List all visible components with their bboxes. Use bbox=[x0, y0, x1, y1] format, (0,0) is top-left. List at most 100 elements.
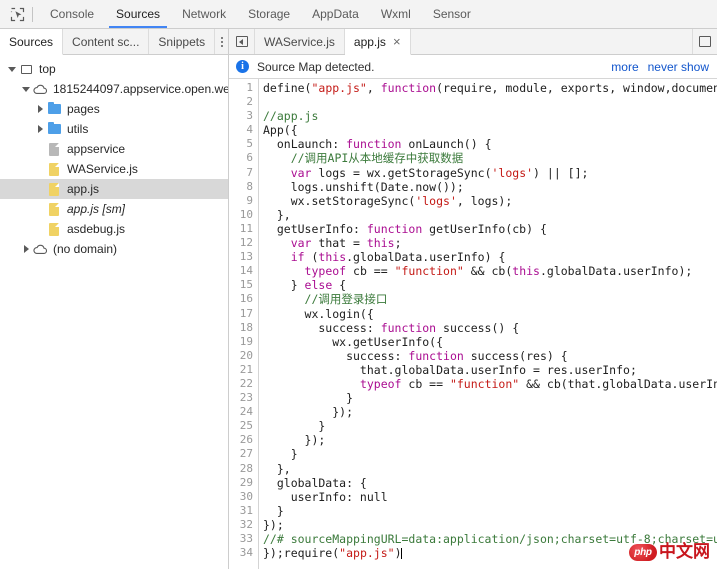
line-number[interactable]: 2 bbox=[229, 95, 258, 109]
code-line[interactable]: //# sourceMappingURL=data:application/js… bbox=[263, 532, 717, 546]
line-number[interactable]: 27 bbox=[229, 447, 258, 461]
tree-item-utils[interactable]: utils bbox=[0, 119, 228, 139]
tab-storage[interactable]: Storage bbox=[237, 0, 301, 28]
code-line[interactable]: //app.js bbox=[263, 109, 717, 123]
line-number[interactable]: 29 bbox=[229, 476, 258, 490]
code-line[interactable]: }, bbox=[263, 208, 717, 222]
line-number[interactable]: 33 bbox=[229, 532, 258, 546]
tab-sensor[interactable]: Sensor bbox=[422, 0, 482, 28]
tab-console[interactable]: Console bbox=[39, 0, 105, 28]
code-line[interactable]: //调用API从本地缓存中获取数据 bbox=[263, 151, 717, 165]
chevron-down-icon[interactable] bbox=[20, 87, 32, 92]
chevron-right-icon[interactable] bbox=[20, 245, 32, 253]
close-icon[interactable]: × bbox=[393, 35, 401, 48]
code-line[interactable]: onLaunch: function onLaunch() { bbox=[263, 137, 717, 151]
tab-appdata[interactable]: AppData bbox=[301, 0, 370, 28]
code-line[interactable]: userInfo: null bbox=[263, 490, 717, 504]
line-number[interactable]: 30 bbox=[229, 490, 258, 504]
line-number[interactable]: 19 bbox=[229, 335, 258, 349]
line-number[interactable]: 14 bbox=[229, 264, 258, 278]
tab-sources[interactable]: Sources bbox=[105, 0, 171, 28]
line-number[interactable]: 5 bbox=[229, 137, 258, 151]
line-number[interactable]: 9 bbox=[229, 194, 258, 208]
line-number[interactable]: 7 bbox=[229, 166, 258, 180]
tree-item-appservice[interactable]: appservice bbox=[0, 139, 228, 159]
line-number[interactable]: 1 bbox=[229, 81, 258, 95]
line-number[interactable]: 8 bbox=[229, 180, 258, 194]
editor-tab-waservice-js[interactable]: WAService.js bbox=[255, 29, 345, 54]
code-line[interactable]: typeof cb == "function" && cb(this.globa… bbox=[263, 264, 717, 278]
inspect-cursor-icon[interactable] bbox=[4, 2, 30, 26]
tree-item-app-js[interactable]: app.js bbox=[0, 179, 228, 199]
line-number[interactable]: 32 bbox=[229, 518, 258, 532]
code-line[interactable]: define("app.js", function(require, modul… bbox=[263, 81, 717, 95]
line-number[interactable]: 16 bbox=[229, 292, 258, 306]
line-number[interactable]: 18 bbox=[229, 321, 258, 335]
code-line[interactable]: }); bbox=[263, 405, 717, 419]
editor-tab-app-js[interactable]: app.js × bbox=[345, 29, 411, 55]
line-number[interactable]: 28 bbox=[229, 462, 258, 476]
code-line[interactable]: var that = this; bbox=[263, 236, 717, 250]
chevron-down-icon[interactable] bbox=[6, 67, 18, 72]
code-line[interactable]: wx.getUserInfo({ bbox=[263, 335, 717, 349]
code-line[interactable]: } bbox=[263, 391, 717, 405]
code-line[interactable]: } bbox=[263, 419, 717, 433]
code-line[interactable]: var logs = wx.getStorageSync('logs') || … bbox=[263, 166, 717, 180]
line-number[interactable]: 12 bbox=[229, 236, 258, 250]
line-number[interactable]: 17 bbox=[229, 307, 258, 321]
code-line[interactable]: logs.unshift(Date.now()); bbox=[263, 180, 717, 194]
tree-item-app-js-sm[interactable]: app.js [sm] bbox=[0, 199, 228, 219]
line-number[interactable]: 24 bbox=[229, 405, 258, 419]
code-line[interactable]: } bbox=[263, 504, 717, 518]
tab-network[interactable]: Network bbox=[171, 0, 237, 28]
code-line[interactable]: success: function success(res) { bbox=[263, 349, 717, 363]
code-line[interactable]: //调用登录接口 bbox=[263, 292, 717, 306]
code-line[interactable] bbox=[263, 95, 717, 109]
code-line[interactable]: });require("app.js") bbox=[263, 546, 717, 560]
tree-item-top[interactable]: top bbox=[0, 59, 228, 79]
code-line[interactable]: if (this.globalData.userInfo) { bbox=[263, 250, 717, 264]
panel-icon[interactable] bbox=[692, 29, 717, 54]
tree-item-waservice-js[interactable]: WAService.js bbox=[0, 159, 228, 179]
line-number[interactable]: 31 bbox=[229, 504, 258, 518]
line-number[interactable]: 20 bbox=[229, 349, 258, 363]
code-line[interactable]: success: function success() { bbox=[263, 321, 717, 335]
nav-tab-snippets[interactable]: Snippets bbox=[149, 29, 215, 54]
code-line[interactable]: wx.setStorageSync('logs', logs); bbox=[263, 194, 717, 208]
code-line[interactable]: typeof cb == "function" && cb(that.globa… bbox=[263, 377, 717, 391]
line-number[interactable]: 6 bbox=[229, 151, 258, 165]
chevron-right-icon[interactable] bbox=[34, 105, 46, 113]
line-number[interactable]: 34 bbox=[229, 546, 258, 560]
code-line[interactable]: App({ bbox=[263, 123, 717, 137]
chevron-right-icon[interactable] bbox=[34, 125, 46, 133]
more-link[interactable]: more bbox=[611, 60, 638, 74]
code-line[interactable]: }, bbox=[263, 462, 717, 476]
line-number[interactable]: 26 bbox=[229, 433, 258, 447]
collapse-sidebar-icon[interactable] bbox=[229, 29, 255, 54]
line-number[interactable]: 4 bbox=[229, 123, 258, 137]
code-content[interactable]: define("app.js", function(require, modul… bbox=[259, 79, 717, 569]
line-number[interactable]: 23 bbox=[229, 391, 258, 405]
tree-item-1815244097-appservice-open-weix[interactable]: 1815244097.appservice.open.weix bbox=[0, 79, 228, 99]
line-number[interactable]: 25 bbox=[229, 419, 258, 433]
code-line[interactable]: }); bbox=[263, 433, 717, 447]
line-number[interactable]: 11 bbox=[229, 222, 258, 236]
tree-item-asdebug-js[interactable]: asdebug.js bbox=[0, 219, 228, 239]
code-line[interactable]: globalData: { bbox=[263, 476, 717, 490]
line-number[interactable]: 13 bbox=[229, 250, 258, 264]
code-line[interactable]: wx.login({ bbox=[263, 307, 717, 321]
line-number[interactable]: 22 bbox=[229, 377, 258, 391]
nav-tab-content-scripts[interactable]: Content sc... bbox=[63, 29, 149, 54]
line-number[interactable]: 10 bbox=[229, 208, 258, 222]
code-line[interactable]: } bbox=[263, 447, 717, 461]
line-number[interactable]: 3 bbox=[229, 109, 258, 123]
line-number[interactable]: 15 bbox=[229, 278, 258, 292]
line-number[interactable]: 21 bbox=[229, 363, 258, 377]
kebab-menu-icon[interactable] bbox=[215, 29, 228, 54]
code-editor[interactable]: 1234567891011121314151617181920212223242… bbox=[229, 79, 717, 569]
tab-wxml[interactable]: Wxml bbox=[370, 0, 422, 28]
code-line[interactable]: }); bbox=[263, 518, 717, 532]
code-line[interactable]: that.globalData.userInfo = res.userInfo; bbox=[263, 363, 717, 377]
tree-item-pages[interactable]: pages bbox=[0, 99, 228, 119]
tree-item-no-domain[interactable]: (no domain) bbox=[0, 239, 228, 259]
